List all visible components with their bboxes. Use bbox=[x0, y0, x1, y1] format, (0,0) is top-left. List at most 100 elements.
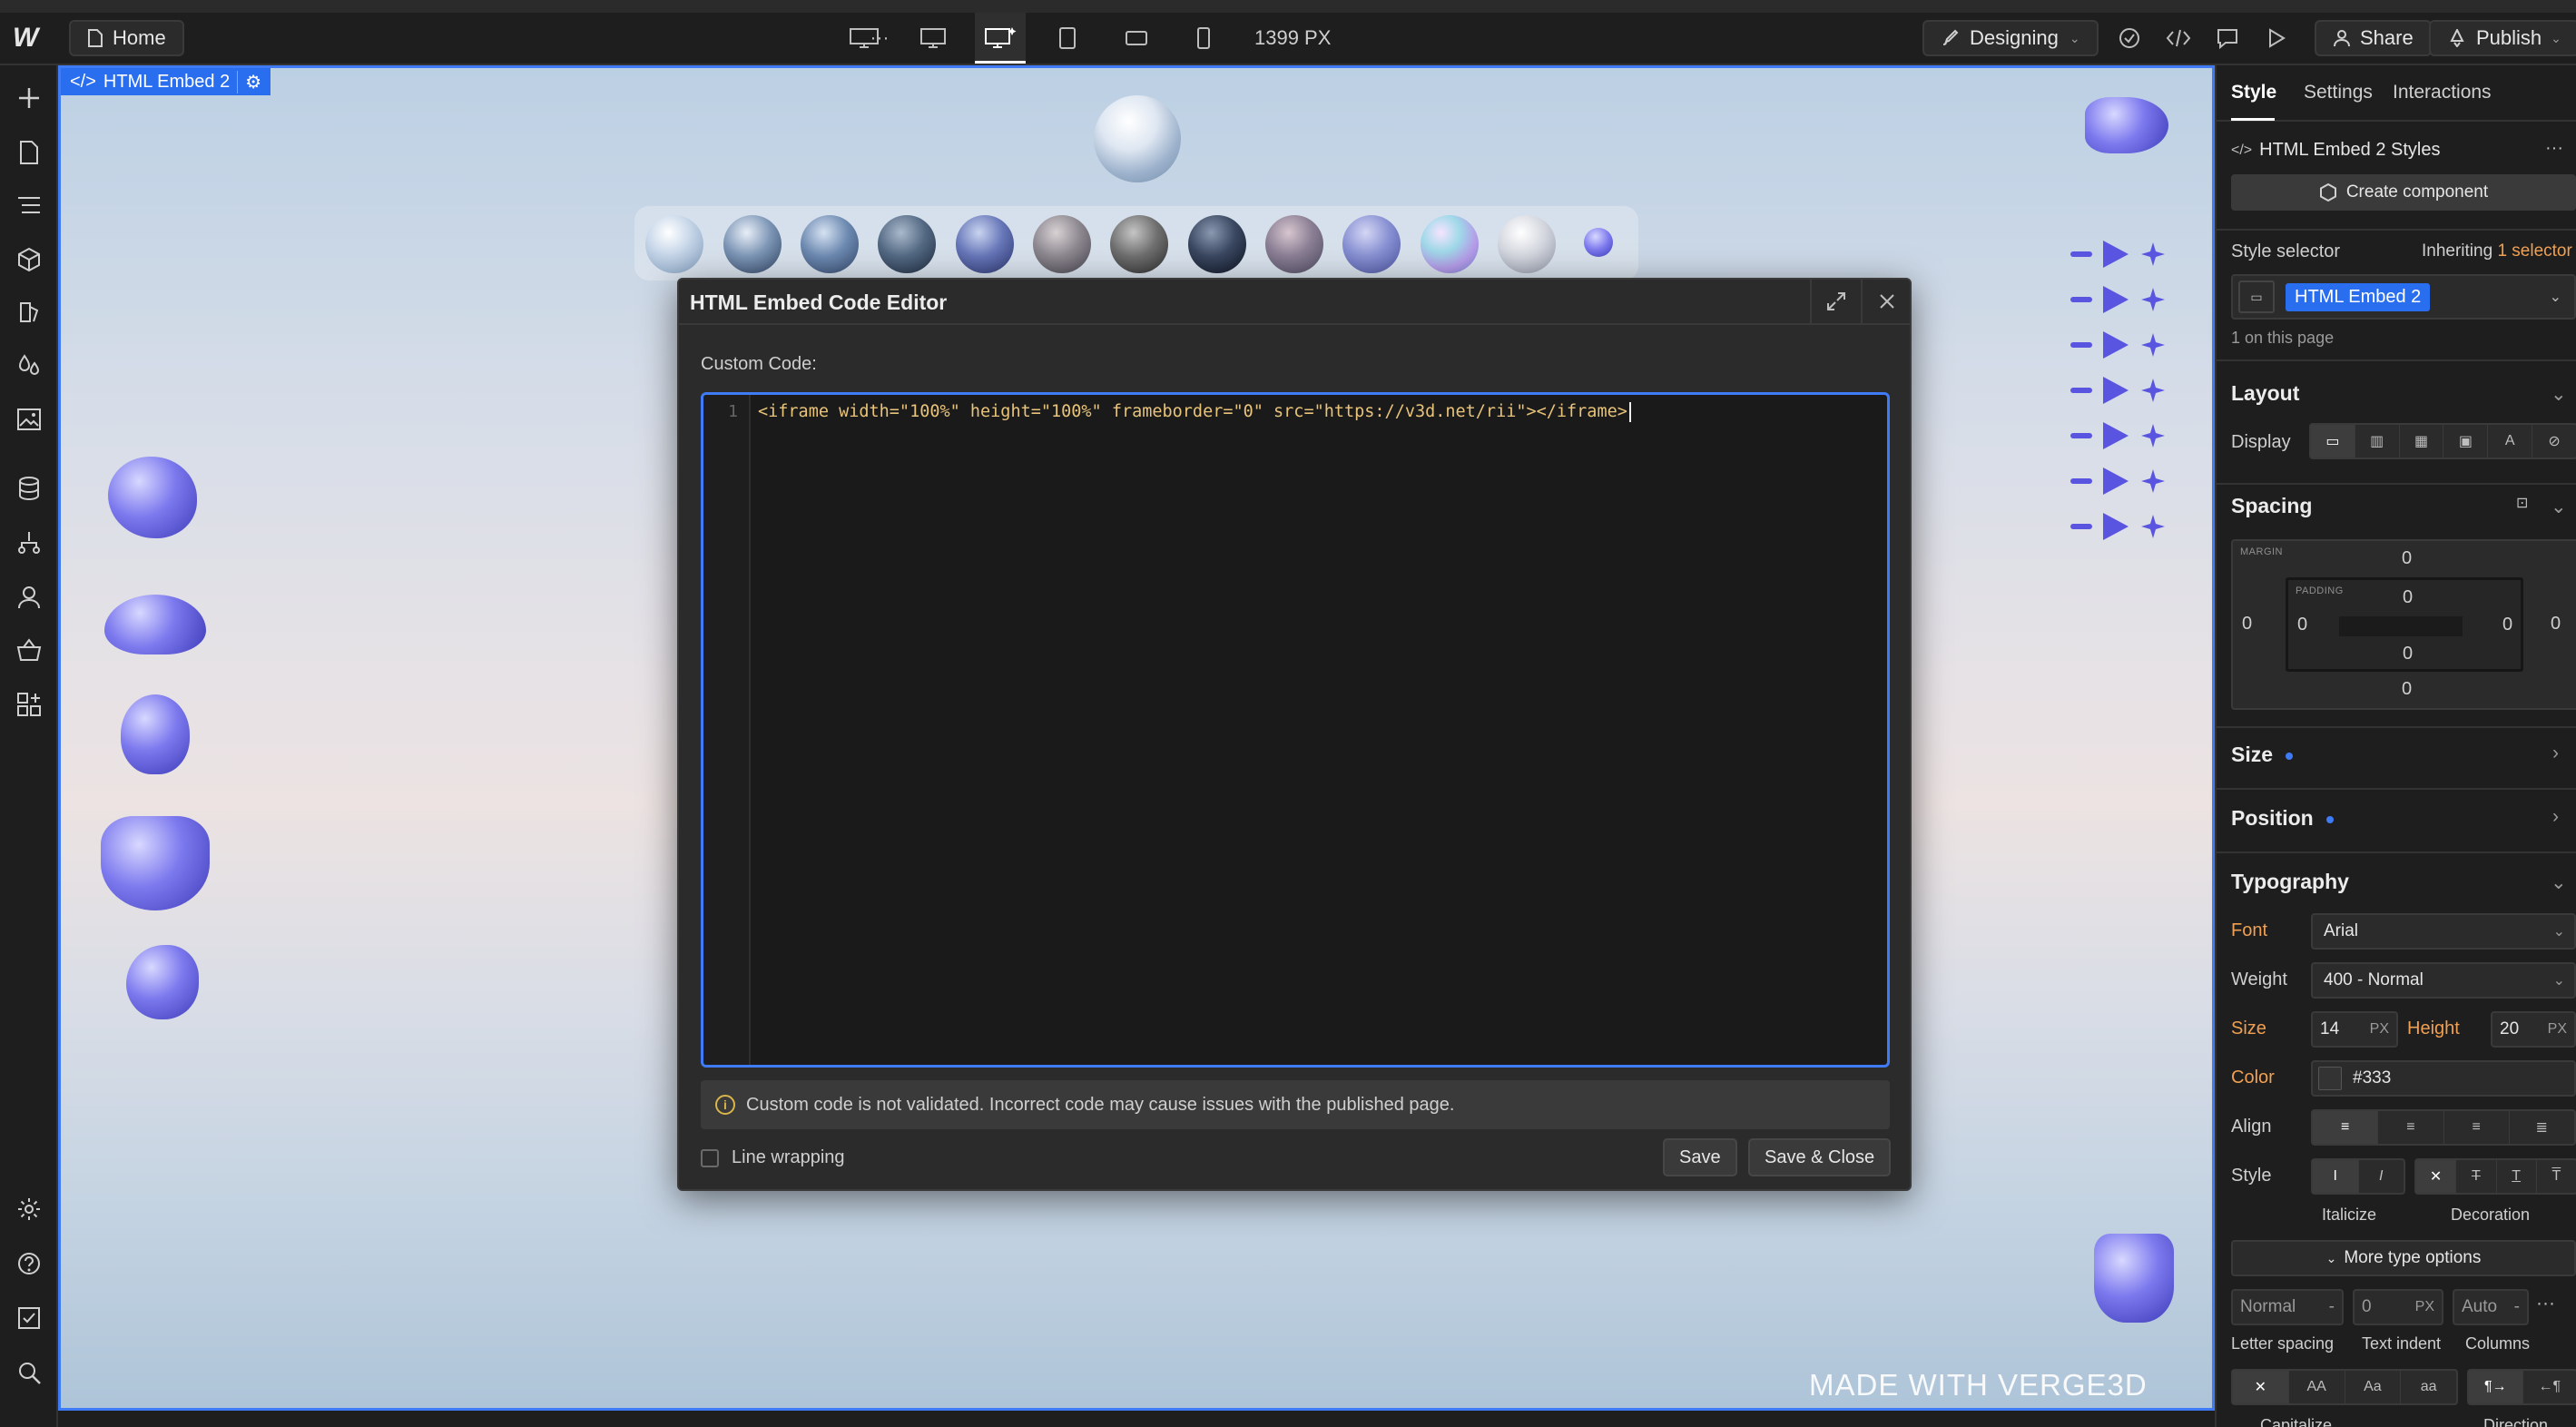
tab-interactions[interactable]: Interactions bbox=[2393, 82, 2492, 103]
components-button[interactable] bbox=[11, 241, 47, 278]
shape-thumbnail[interactable] bbox=[104, 595, 206, 654]
color-swatch[interactable] bbox=[2318, 1067, 2342, 1090]
padding-left-value[interactable]: 0 bbox=[2297, 615, 2307, 635]
line-height-input[interactable]: 20 PX bbox=[2491, 1011, 2576, 1048]
selector-states-icon[interactable]: ▭ bbox=[2238, 280, 2275, 313]
italic-icon[interactable]: I bbox=[2359, 1160, 2404, 1193]
apps-button[interactable] bbox=[11, 686, 47, 723]
margin-top-value[interactable]: 0 bbox=[2402, 548, 2412, 569]
breakpoint-large-desktop-button[interactable] bbox=[839, 13, 890, 64]
spacing-section-title[interactable]: Spacing bbox=[2231, 494, 2312, 518]
search-button[interactable] bbox=[11, 1354, 47, 1391]
font-select[interactable]: Arial ⌄ bbox=[2311, 913, 2576, 950]
download-icon[interactable] bbox=[2094, 1234, 2174, 1323]
capitalize-option[interactable]: Aa bbox=[2345, 1371, 2402, 1403]
rtl-icon[interactable]: ←¶ bbox=[2523, 1371, 2576, 1403]
add-elements-button[interactable] bbox=[11, 80, 47, 116]
tab-settings[interactable]: Settings bbox=[2304, 82, 2373, 103]
publish-button[interactable]: Publish ⌄ bbox=[2429, 20, 2576, 56]
settings-button[interactable] bbox=[11, 1191, 47, 1227]
expand-button[interactable] bbox=[1810, 280, 1861, 323]
ltr-icon[interactable]: ¶→ bbox=[2469, 1371, 2523, 1403]
environment-sphere[interactable] bbox=[1110, 215, 1168, 273]
users-button[interactable] bbox=[11, 579, 47, 615]
style-selectors-button[interactable] bbox=[11, 294, 47, 330]
page-selector-button[interactable]: Home bbox=[69, 20, 184, 56]
layout-section-title[interactable]: Layout bbox=[2231, 381, 2299, 406]
uppercase-option[interactable]: AA bbox=[2289, 1371, 2345, 1403]
environment-sphere[interactable] bbox=[1033, 215, 1091, 273]
comments-button[interactable] bbox=[2206, 13, 2249, 64]
variables-button[interactable] bbox=[11, 347, 47, 383]
display-grid-icon[interactable]: ▦ bbox=[2400, 425, 2444, 458]
logic-button[interactable] bbox=[11, 525, 47, 561]
environment-sphere[interactable] bbox=[1265, 215, 1323, 273]
tab-style[interactable]: Style bbox=[2231, 82, 2276, 103]
pages-button[interactable] bbox=[11, 134, 47, 171]
code-editor[interactable]: 1 <iframe width="100%" height="100%" fra… bbox=[701, 392, 1890, 1068]
letter-spacing-input[interactable]: Normal - bbox=[2231, 1289, 2344, 1325]
underline-icon[interactable]: T bbox=[2497, 1160, 2537, 1193]
mode-switcher-button[interactable]: Designing ⌄ bbox=[1922, 20, 2099, 56]
chevron-down-icon[interactable]: ⌄ bbox=[2551, 871, 2567, 894]
environment-sphere[interactable] bbox=[1584, 228, 1613, 257]
chevron-down-icon[interactable]: ⌄ bbox=[2550, 288, 2561, 306]
more-options-icon[interactable]: ··· bbox=[2545, 138, 2563, 159]
shape-thumbnail[interactable] bbox=[108, 457, 197, 538]
environment-sphere[interactable] bbox=[878, 215, 936, 273]
line-height-unit[interactable]: PX bbox=[2548, 1021, 2567, 1038]
code-line[interactable]: <iframe width="100%" height="100%" frame… bbox=[758, 402, 1631, 422]
sound-toggle-icon[interactable] bbox=[2085, 97, 2168, 153]
more-type-options-button[interactable]: ⌄ More type options bbox=[2231, 1240, 2576, 1276]
control-arrows-column[interactable] bbox=[2067, 177, 2176, 558]
environment-sphere[interactable] bbox=[801, 215, 859, 273]
text-indent-input[interactable]: 0 PX bbox=[2353, 1289, 2443, 1325]
chevron-down-icon[interactable]: ⌄ bbox=[2551, 383, 2567, 406]
align-justify-icon[interactable]: ≣ bbox=[2510, 1111, 2574, 1144]
save-and-close-button[interactable]: Save & Close bbox=[1748, 1138, 1892, 1176]
breakpoint-desktop-button[interactable] bbox=[908, 13, 959, 64]
align-center-icon[interactable]: ≡ bbox=[2378, 1111, 2444, 1144]
selector-chip[interactable]: HTML Embed 2 bbox=[2286, 282, 2431, 311]
display-flex-icon[interactable]: ▥ bbox=[2355, 425, 2400, 458]
breakpoint-tablet-button[interactable] bbox=[1042, 13, 1093, 64]
color-input[interactable]: #333 bbox=[2311, 1060, 2576, 1097]
environment-sphere[interactable] bbox=[956, 215, 1014, 273]
columns-input[interactable]: Auto - bbox=[2453, 1289, 2529, 1325]
assets-button[interactable] bbox=[11, 401, 47, 438]
line-wrapping-checkbox[interactable] bbox=[701, 1148, 719, 1167]
spacing-preset-icon[interactable]: ⊡ bbox=[2516, 494, 2528, 512]
padding-top-value[interactable]: 0 bbox=[2403, 587, 2413, 608]
line-wrapping-option[interactable]: Line wrapping bbox=[701, 1147, 845, 1168]
environment-sphere[interactable] bbox=[723, 215, 782, 273]
environment-sphere[interactable] bbox=[645, 215, 703, 273]
environment-sphere[interactable] bbox=[1188, 215, 1246, 273]
padding-bottom-value[interactable]: 0 bbox=[2403, 644, 2413, 664]
environment-sphere[interactable] bbox=[1342, 215, 1401, 273]
shape-thumbnail[interactable] bbox=[101, 816, 210, 910]
chevron-right-icon[interactable]: › bbox=[2552, 743, 2559, 764]
environment-sphere[interactable] bbox=[1498, 215, 1556, 273]
audit-status-button[interactable] bbox=[2108, 13, 2151, 64]
inheriting-selectors-link[interactable]: 1 selector bbox=[2497, 241, 2571, 261]
help-button[interactable] bbox=[11, 1245, 47, 1282]
breakpoint-mobile-landscape-button[interactable] bbox=[1111, 13, 1162, 64]
display-block-icon[interactable]: ▭ bbox=[2311, 425, 2355, 458]
shape-thumbnail[interactable] bbox=[126, 945, 199, 1019]
shape-thumbnail[interactable] bbox=[121, 694, 190, 774]
position-section-title[interactable]: Position bbox=[2231, 806, 2334, 831]
no-transform-icon[interactable]: ✕ bbox=[2233, 1371, 2289, 1403]
cms-button[interactable] bbox=[11, 470, 47, 507]
navigator-button[interactable] bbox=[11, 187, 47, 223]
chevron-down-icon[interactable]: ⌄ bbox=[2551, 496, 2567, 518]
chevron-right-icon[interactable]: › bbox=[2552, 806, 2559, 828]
font-size-unit[interactable]: PX bbox=[2370, 1021, 2389, 1038]
tasks-button[interactable] bbox=[11, 1300, 47, 1336]
strikethrough-icon[interactable]: T bbox=[2456, 1160, 2497, 1193]
ecommerce-button[interactable] bbox=[11, 632, 47, 668]
code-export-button[interactable] bbox=[2157, 13, 2200, 64]
display-inline-block-icon[interactable]: ▣ bbox=[2443, 425, 2489, 458]
margin-left-value[interactable]: 0 bbox=[2242, 614, 2252, 635]
selected-element-tag[interactable]: </> HTML Embed 2 ⚙ bbox=[61, 68, 271, 95]
save-button[interactable]: Save bbox=[1663, 1138, 1737, 1176]
